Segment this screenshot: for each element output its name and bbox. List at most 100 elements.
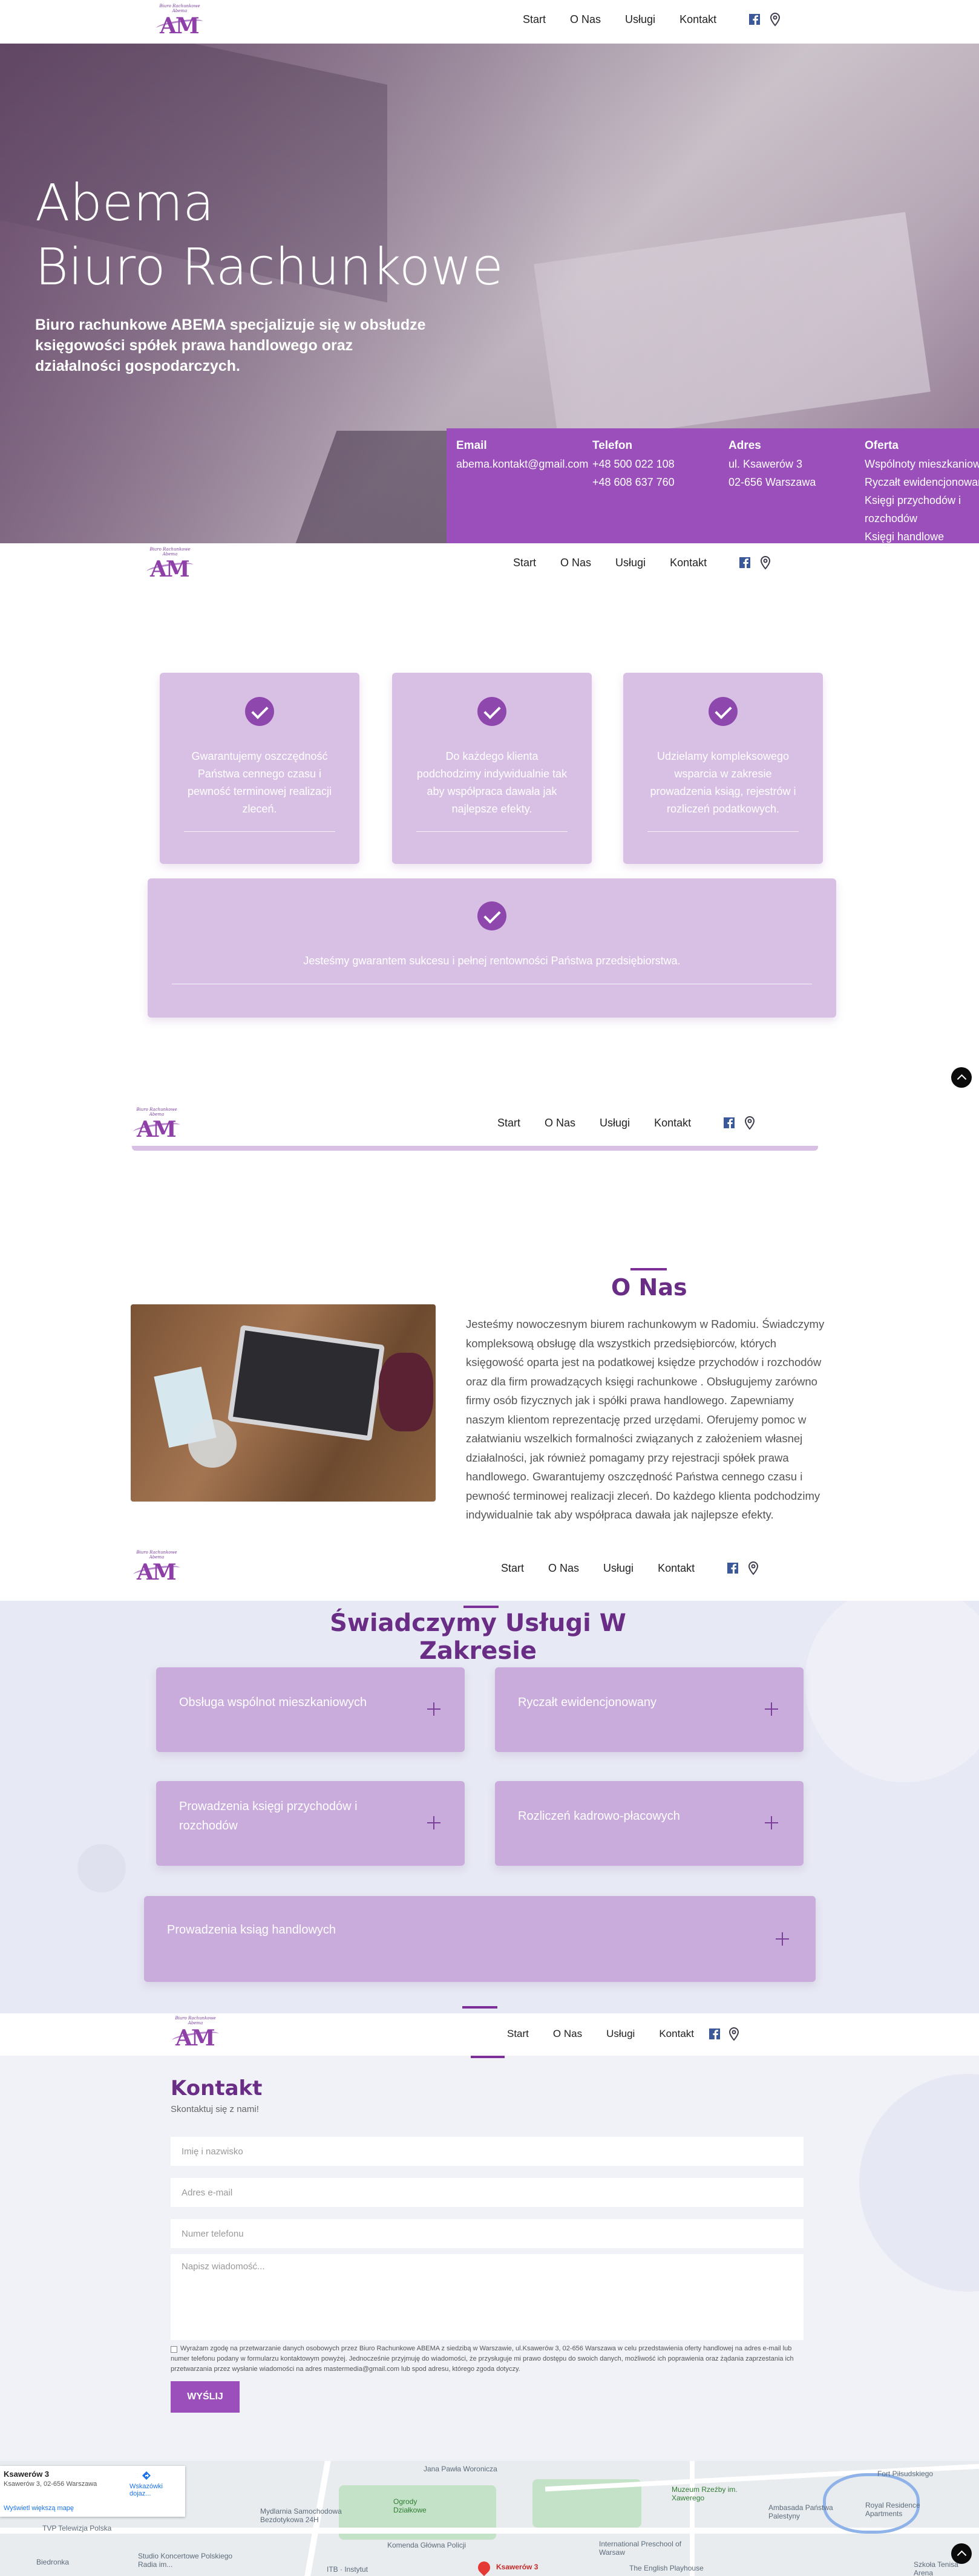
logo-mark: AM [137, 1560, 177, 1585]
info-offer-heading: Oferta [865, 439, 899, 452]
info-phone-line2[interactable]: +48 608 637 760 [592, 473, 675, 491]
services-title: Świadczymy Usługi W Zakresie [330, 1609, 626, 1665]
email-input[interactable] [171, 2178, 804, 2207]
menu-start[interactable]: Start [501, 1562, 524, 1575]
info-offer-item[interactable]: Księgi handlowe [865, 528, 979, 543]
info-offer-item[interactable]: Wspólnoty mieszkaniowe [865, 455, 979, 473]
logo-tagline: Biuro Rachunkowe Abema [159, 4, 200, 13]
service-label: Ryczałt ewidencjonowany [518, 1696, 657, 1709]
menu-start[interactable]: Start [523, 13, 546, 26]
logo-mark: AM [137, 1117, 177, 1142]
info-offer-item[interactable]: Księgi przychodów i [865, 491, 979, 509]
site-logo[interactable]: Biuro Rachunkowe Abema AM [129, 1550, 184, 1586]
check-icon [245, 697, 274, 726]
service-item[interactable]: Ryczałt ewidencjonowany [495, 1667, 804, 1752]
menu-start[interactable]: Start [497, 1117, 520, 1129]
site-logo[interactable]: Biuro Rachunkowe Abema AM [143, 547, 197, 583]
plus-icon [427, 1816, 440, 1829]
sticky-navbar: Biuro Rachunkowe Abema AM Start O Nas Us… [0, 2013, 979, 2056]
menu-o-nas[interactable]: O Nas [545, 1117, 575, 1129]
service-item[interactable]: Rozliczeń kadrowo-płacowych [495, 1781, 804, 1866]
feature-card-wide: Jesteśmy gwarantem sukcesu i pełnej rent… [148, 878, 836, 1018]
location-pin-icon[interactable] [475, 2558, 493, 2576]
service-item[interactable]: Obsługa wspólnot mieszkaniowych [156, 1667, 465, 1752]
menu-uslugi[interactable]: Usługi [600, 1117, 630, 1129]
info-email-heading: Email [456, 439, 487, 452]
info-phone-line1[interactable]: +48 500 022 108 [592, 455, 675, 473]
check-icon [477, 697, 506, 726]
menu-o-nas[interactable]: O Nas [570, 13, 601, 26]
name-input[interactable] [171, 2137, 804, 2166]
service-item[interactable]: Prowadzenia ksiąg handlowych [144, 1896, 816, 1982]
info-email: Email abema.kontakt@gmail.com [456, 437, 588, 473]
hero-title-line2: Biuro Rachunkowe [35, 237, 503, 296]
info-offer-item[interactable]: Ryczałt ewidencjonowany [865, 473, 979, 491]
service-item[interactable]: Prowadzenia księgi przychodów i rozchodó… [156, 1781, 465, 1866]
facebook-icon[interactable] [738, 555, 751, 570]
facebook-icon[interactable] [708, 2027, 721, 2041]
location-map[interactable]: TVP Telewizja Polska Studio Koncertowe P… [0, 2461, 979, 2576]
services-accent [463, 1606, 499, 1608]
map-label: International Preschool of Warsaw [599, 2540, 682, 2557]
directions-link[interactable]: Wskazówki dojaz... [129, 2483, 185, 2497]
logo-mark: AM [160, 13, 200, 39]
info-address: Adres ul. Ksawerów 3 02-656 Warszawa [729, 437, 816, 491]
menu-start[interactable]: Start [513, 557, 536, 569]
info-offer-item[interactable]: rozchodów [865, 509, 979, 528]
menu-o-nas[interactable]: O Nas [548, 1562, 579, 1575]
map-pin-icon[interactable] [747, 1561, 760, 1575]
map-label: Ogrody Działkowe [393, 2497, 427, 2514]
send-button[interactable]: WYŚLIJ [171, 2381, 240, 2413]
service-label: Obsługa wspólnot mieszkaniowych [179, 1696, 367, 1709]
site-logo[interactable]: Biuro Rachunkowe Abema AM [129, 1107, 184, 1143]
plus-icon [427, 1702, 440, 1716]
facebook-icon[interactable] [722, 1116, 736, 1130]
menu-start[interactable]: Start [507, 2028, 529, 2040]
map-card-address: Ksawerów 3, 02-656 Warszawa [4, 2480, 97, 2488]
info-address-line1: ul. Ksawerów 3 [729, 458, 803, 470]
menu-uslugi[interactable]: Usługi [625, 13, 655, 26]
menu-kontakt[interactable]: Kontakt [658, 1562, 695, 1575]
menu-kontakt[interactable]: Kontakt [654, 1117, 691, 1129]
main-menu: Start O Nas Usługi Kontakt [523, 13, 741, 26]
facebook-icon[interactable] [726, 1561, 739, 1575]
map-info-card: Ksawerów 3 Ksawerów 3, 02-656 Warszawa W… [0, 2466, 185, 2517]
logo-tagline: Biuro Rachunkowe Abema [136, 1550, 177, 1560]
map-pin-icon[interactable] [743, 1116, 756, 1130]
menu-o-nas[interactable]: O Nas [560, 557, 591, 569]
phone-input[interactable] [171, 2219, 804, 2248]
facebook-icon[interactable] [748, 12, 761, 27]
message-input[interactable] [171, 2254, 804, 2340]
about-photo [131, 1304, 436, 1502]
contact-title: Kontakt [171, 2076, 263, 2100]
menu-kontakt[interactable]: Kontakt [659, 2028, 694, 2040]
menu-uslugi[interactable]: Usługi [603, 1562, 634, 1575]
menu-kontakt[interactable]: Kontakt [670, 557, 707, 569]
main-menu: Start O Nas Usługi Kontakt [497, 1117, 715, 1129]
feature-divider [647, 831, 799, 832]
hero-description: Biuro rachunkowe ABEMA specjalizuje się … [35, 316, 426, 374]
site-logo[interactable]: Biuro Rachunkowe Abema AM [152, 4, 207, 40]
scroll-to-top-button[interactable] [951, 1067, 972, 1088]
decorative-circle [859, 2074, 979, 2292]
feature-divider [416, 831, 568, 832]
directions-icon[interactable] [142, 2471, 151, 2480]
menu-kontakt[interactable]: Kontakt [679, 13, 716, 26]
info-email-value[interactable]: abema.kontakt@gmail.com [456, 455, 588, 473]
larger-map-link[interactable]: Wyświetl większą mapę [4, 2505, 74, 2512]
menu-o-nas[interactable]: O Nas [553, 2028, 582, 2040]
map-pin-icon[interactable] [727, 2027, 741, 2041]
photo-laptop [228, 1325, 385, 1441]
menu-uslugi[interactable]: Usługi [615, 557, 646, 569]
menu-uslugi[interactable]: Usługi [606, 2028, 635, 2040]
services-bottom-accent [462, 2006, 497, 2009]
scroll-to-top-button[interactable] [951, 2543, 972, 2564]
top-navbar: Biuro Rachunkowe Abema AM Start O Nas Us… [0, 0, 979, 44]
map-pin-icon[interactable] [768, 12, 782, 27]
info-address-heading: Adres [729, 439, 761, 452]
site-logo[interactable]: Biuro Rachunkowe Abema AM [168, 2016, 223, 2052]
map-pin-icon[interactable] [759, 555, 772, 570]
services-section: Świadczymy Usługi W Zakresie Obsługa wsp… [0, 1601, 979, 2013]
about-text: Jesteśmy nowoczesnym biurem rachunkowym … [466, 1318, 825, 1521]
info-address-line2: 02-656 Warszawa [729, 476, 816, 488]
